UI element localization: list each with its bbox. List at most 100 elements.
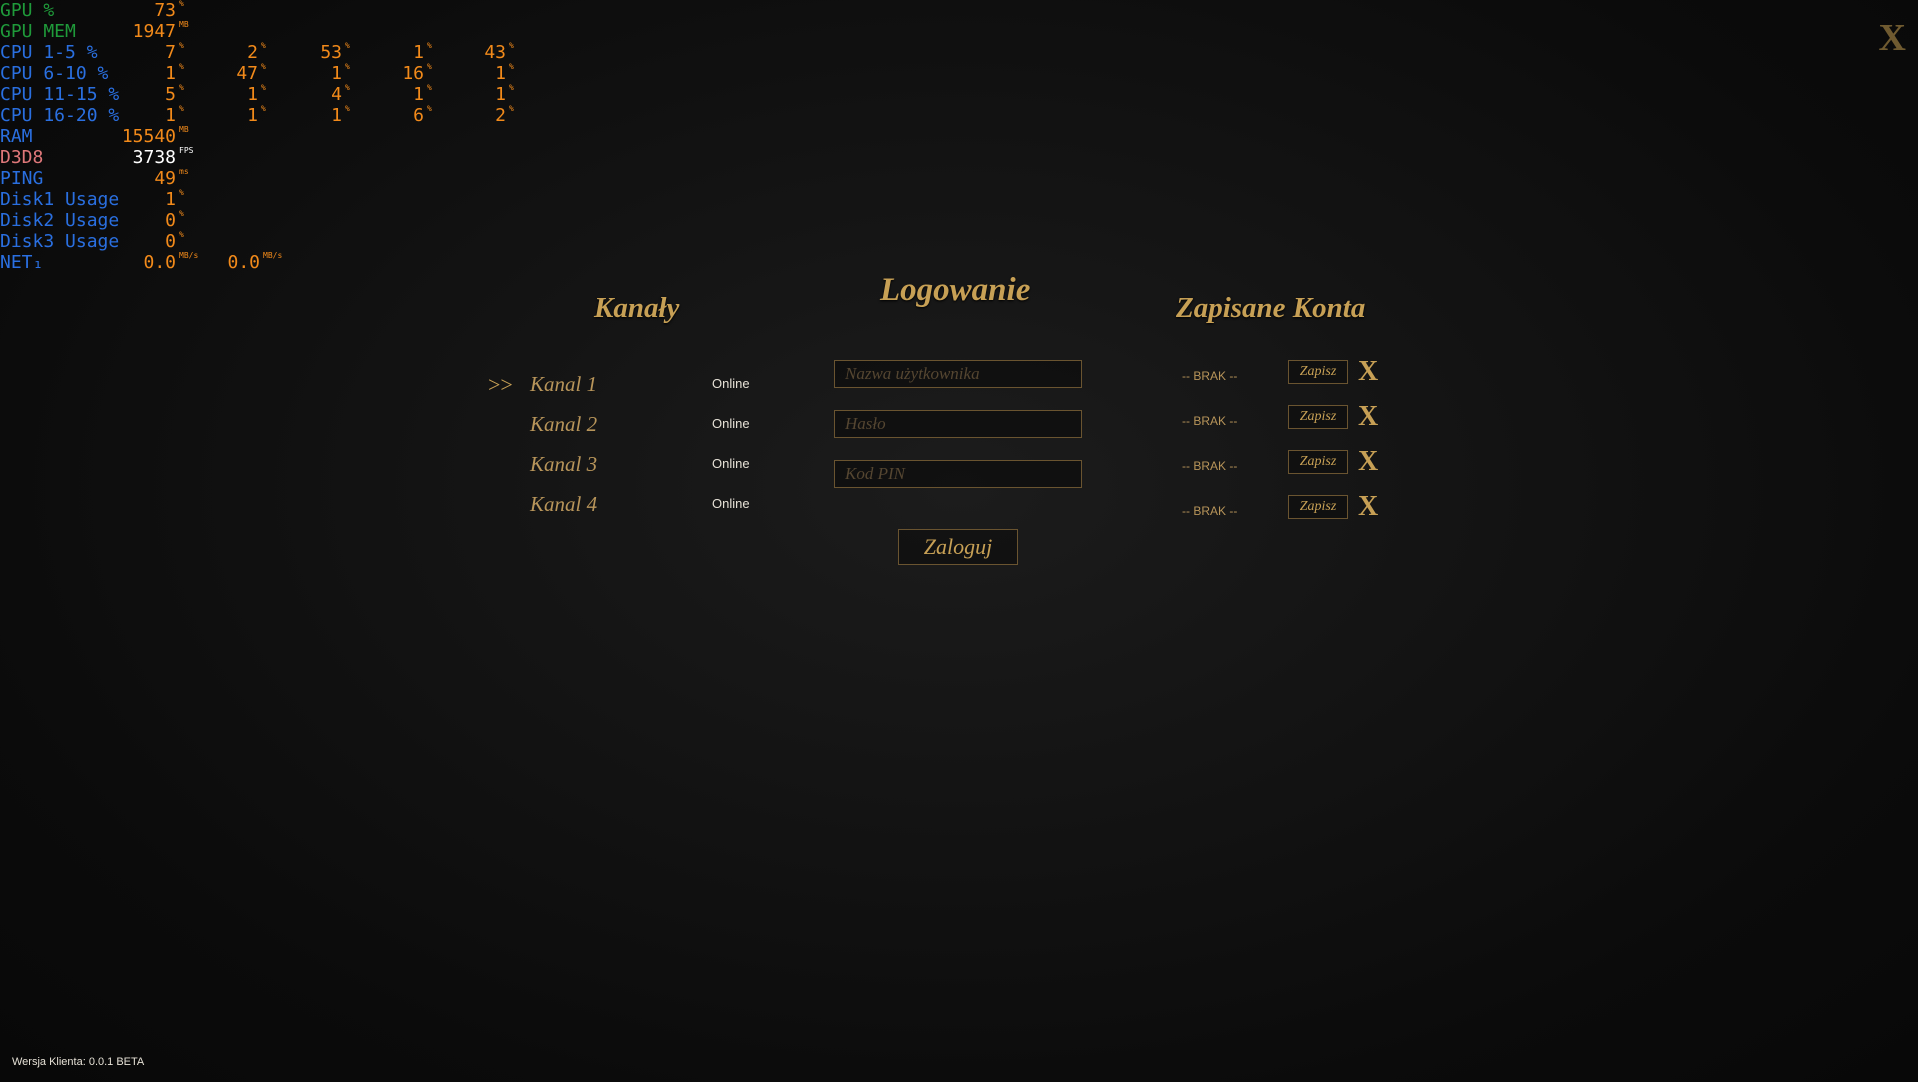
overlay-value: 73 [154, 0, 176, 21]
overlay-value: 1 [495, 84, 506, 105]
username-input[interactable] [834, 360, 1082, 388]
overlay-value: 1 [413, 42, 424, 63]
overlay-label: RAM [0, 126, 33, 147]
overlay-unit: % [345, 41, 350, 50]
channel-status: Online [712, 496, 750, 511]
saved-account-slot-2: -- BRAK -- Zapisz X [1180, 401, 1380, 435]
save-account-button[interactable]: Zapisz [1288, 405, 1348, 429]
overlay-value: 1947 [132, 21, 176, 42]
overlay-unit: % [261, 104, 266, 113]
overlay-row: NET₁ 0.0 MB/s 0.0 MB/s [0, 251, 560, 273]
channel-name: Kanal 3 [530, 452, 598, 476]
overlay-unit: % [345, 83, 350, 92]
overlay-unit: % [509, 83, 514, 92]
overlay-unit: % [509, 104, 514, 113]
overlay-unit: ms [179, 167, 189, 176]
overlay-unit: % [261, 62, 266, 71]
delete-account-button[interactable]: X [1358, 491, 1378, 523]
save-account-button[interactable]: Zapisz [1288, 495, 1348, 519]
overlay-unit: MB/s [263, 251, 283, 260]
overlay-row: CPU 6-10 % 1% 47% 1% 16% 1% [0, 62, 560, 84]
overlay-value: 0.0 [227, 252, 260, 273]
overlay-unit: % [261, 41, 266, 50]
overlay-value: 1 [331, 105, 342, 126]
channel-item-4[interactable]: Kanal 4 Online [488, 490, 768, 520]
login-button[interactable]: Zaloguj [898, 529, 1018, 565]
overlay-value: 1 [165, 105, 176, 126]
overlay-row: CPU 11-15 % 5% 1% 4% 1% 1% [0, 83, 560, 105]
overlay-value: 5 [165, 84, 176, 105]
channel-status: Online [712, 456, 750, 471]
overlay-value: 16 [402, 63, 424, 84]
overlay-unit: % [509, 41, 514, 50]
overlay-label: GPU % [0, 0, 55, 21]
overlay-value: 2 [247, 42, 258, 63]
overlay-label: D3D8 [0, 147, 44, 168]
overlay-row: Disk2 Usage 0% [0, 209, 560, 231]
saved-account-slot-3: -- BRAK -- Zapisz X [1180, 446, 1380, 480]
overlay-unit: % [179, 104, 184, 113]
overlay-unit: % [179, 83, 184, 92]
overlay-value: 53 [320, 42, 342, 63]
pin-input[interactable] [834, 460, 1082, 488]
saved-account-label: -- BRAK -- [1182, 414, 1238, 428]
overlay-label: PING [0, 168, 44, 189]
overlay-unit: % [509, 62, 514, 71]
channel-item-1[interactable]: >> Kanal 1 Online [488, 370, 768, 400]
overlay-label: GPU MEM [0, 21, 76, 42]
saved-account-slot-1: -- BRAK -- Zapisz X [1180, 356, 1380, 390]
overlay-value: 3738 [132, 147, 176, 168]
overlay-unit: % [179, 0, 184, 8]
channels-heading: Kanały [594, 292, 680, 324]
overlay-unit: MB/s [179, 251, 199, 260]
overlay-unit: MB [179, 125, 189, 134]
channel-status: Online [712, 376, 750, 391]
overlay-value: 1 [165, 189, 176, 210]
overlay-row: RAM 15540 MB [0, 125, 560, 147]
channel-item-3[interactable]: Kanal 3 Online [488, 450, 768, 480]
overlay-row: GPU % 73% [0, 0, 560, 21]
overlay-label: Disk1 Usage [0, 189, 120, 210]
overlay-row: CPU 1-5 % 7% 2% 53% 1% 43% [0, 41, 560, 63]
overlay-value: 1 [413, 84, 424, 105]
overlay-unit: % [179, 230, 184, 239]
overlay-value: 15540 [121, 126, 176, 147]
overlay-value: 1 [495, 63, 506, 84]
overlay-unit: MB [179, 20, 189, 29]
login-heading: Logowanie [880, 272, 1031, 308]
overlay-unit: % [261, 83, 266, 92]
overlay-value: 6 [413, 105, 424, 126]
overlay-value: 2 [495, 105, 506, 126]
close-window-button[interactable]: X [1879, 18, 1906, 58]
channel-name: Kanal 2 [530, 412, 598, 436]
delete-account-button[interactable]: X [1358, 446, 1378, 478]
overlay-value: 49 [154, 168, 176, 189]
password-input[interactable] [834, 410, 1082, 438]
overlay-row: D3D8 3738 FPS [0, 146, 560, 168]
saved-account-label: -- BRAK -- [1182, 504, 1238, 518]
overlay-value: 1 [247, 84, 258, 105]
overlay-unit: FPS [179, 146, 194, 155]
save-account-button[interactable]: Zapisz [1288, 360, 1348, 384]
saved-account-slot-4: -- BRAK -- Zapisz X [1180, 491, 1380, 525]
overlay-row: PING 49 ms [0, 167, 560, 189]
saved-accounts-heading: Zapisane Konta [1176, 292, 1366, 324]
saved-account-label: -- BRAK -- [1182, 369, 1238, 383]
overlay-row: CPU 16-20 % 1% 1% 1% 6% 2% [0, 104, 560, 126]
overlay-row: GPU MEM 1947 MB [0, 20, 560, 42]
performance-overlay: GPU % 73% GPU MEM 1947 MB CPU 1-5 % 7% 2% 53% 1% 4… [0, 0, 560, 273]
overlay-unit: % [179, 188, 184, 197]
overlay-unit: % [427, 41, 432, 50]
overlay-value: 47 [236, 63, 258, 84]
save-account-button[interactable]: Zapisz [1288, 450, 1348, 474]
overlay-value: 1 [247, 105, 258, 126]
overlay-label: Disk2 Usage [0, 210, 120, 231]
overlay-unit: % [345, 62, 350, 71]
channel-item-2[interactable]: Kanal 2 Online [488, 410, 768, 440]
overlay-row: Disk1 Usage 1% [0, 188, 560, 210]
delete-account-button[interactable]: X [1358, 356, 1378, 388]
overlay-unit: % [179, 209, 184, 218]
delete-account-button[interactable]: X [1358, 401, 1378, 433]
overlay-label: CPU 6-10 % [0, 63, 109, 84]
overlay-value: 0.0 [143, 252, 176, 273]
